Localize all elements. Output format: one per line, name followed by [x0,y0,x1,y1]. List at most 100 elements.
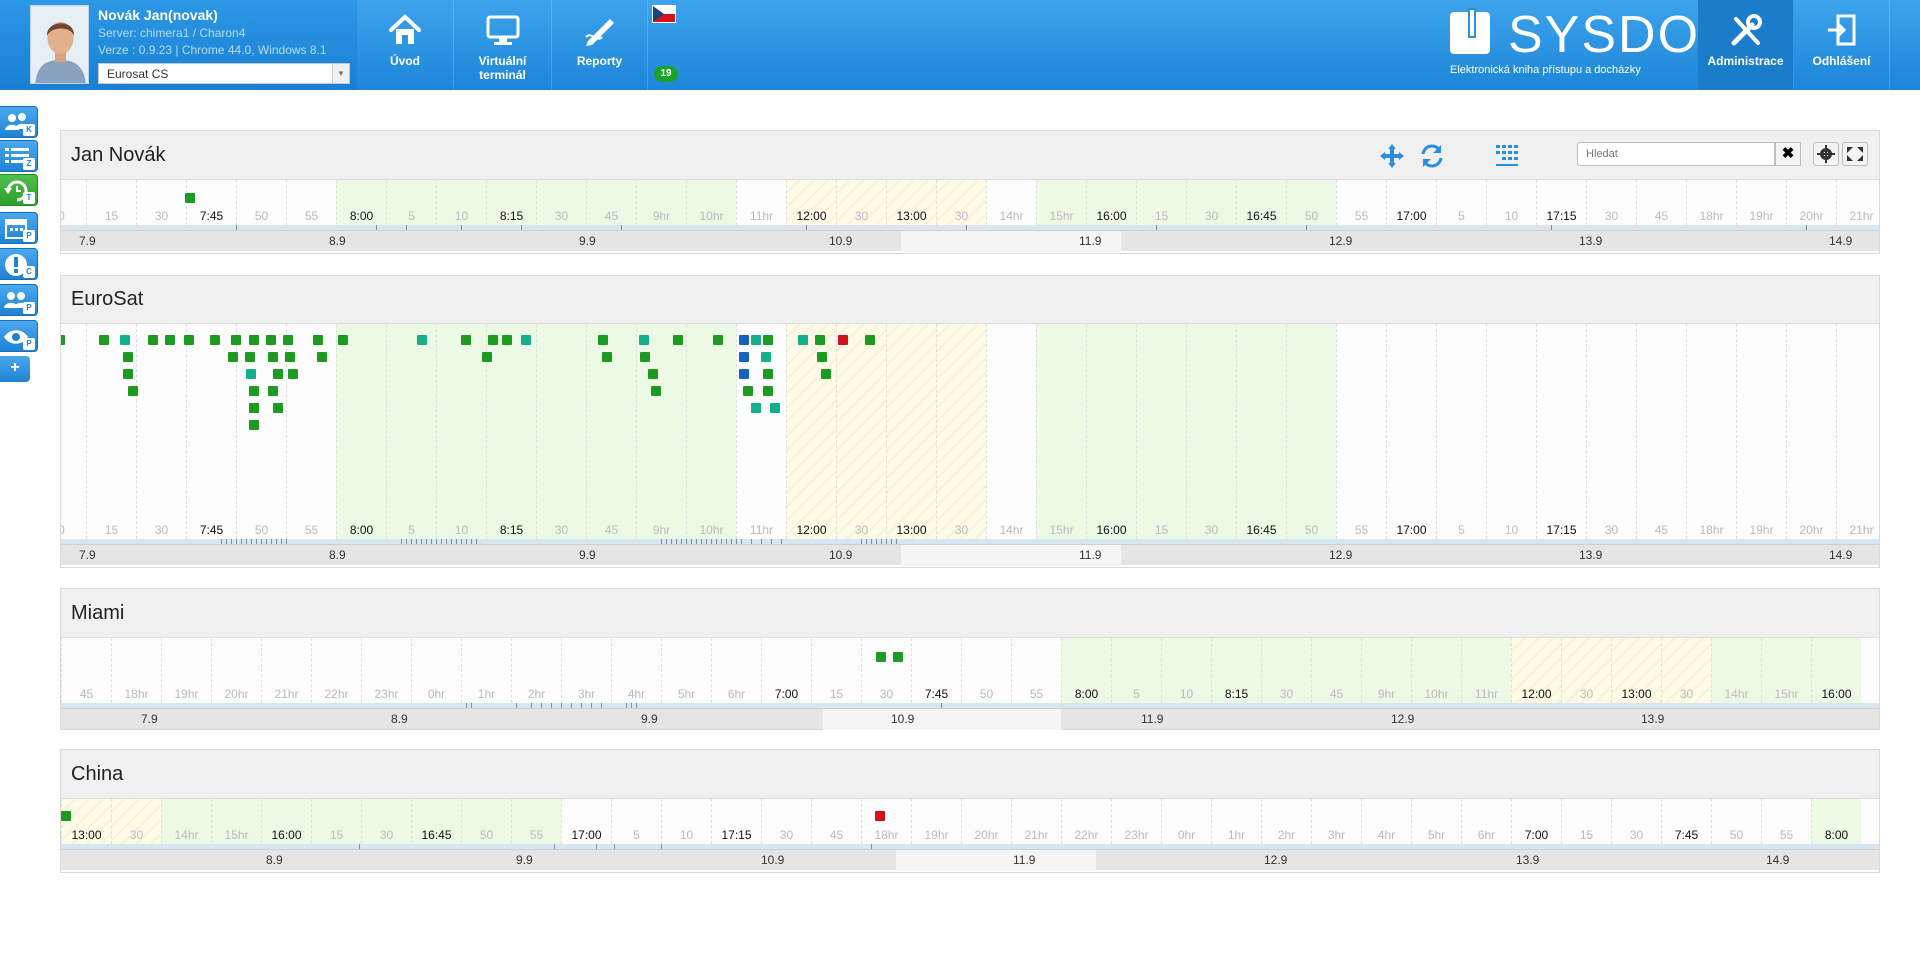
event-marker[interactable] [273,403,283,413]
sidebar-list-button[interactable]: Z [0,140,38,172]
event-marker[interactable] [763,335,773,345]
event-marker[interactable] [184,335,194,345]
visible-range-highlight[interactable] [823,709,1061,730]
sidebar-add-button[interactable]: + [0,356,30,382]
event-marker[interactable] [739,369,749,379]
event-marker[interactable] [99,335,109,345]
sidebar-eye-button[interactable]: P [0,320,38,352]
event-marker[interactable] [751,335,761,345]
event-marker[interactable] [245,352,255,362]
nav-uvod-button[interactable]: Úvod [357,0,454,90]
event-marker[interactable] [639,335,649,345]
event-marker[interactable] [875,811,885,821]
sidebar-refresh-clock-button[interactable]: T [0,174,38,206]
timeline-track[interactable]: 0 15 30 7:45 50 55 8:00 5 10 8:15 30 45 9hr 10hr 11hr 1… [61,180,1879,225]
move-arrows-icon[interactable] [1379,143,1405,169]
event-marker[interactable] [876,652,886,662]
event-marker[interactable] [770,403,780,413]
event-marker[interactable] [249,403,259,413]
event-marker[interactable] [148,335,158,345]
event-marker[interactable] [651,386,661,396]
search-clear-button[interactable]: ✖ [1775,142,1801,166]
event-marker[interactable] [165,335,175,345]
admin-button[interactable]: Administrace [1698,0,1794,90]
event-marker[interactable] [61,335,65,345]
event-marker[interactable] [482,352,492,362]
event-marker[interactable] [249,420,259,430]
date-axis[interactable]: 7.9 8.9 9.9 10.9 11.9 12.9 13.9 [61,708,1879,730]
event-marker[interactable] [285,352,295,362]
event-marker[interactable] [228,352,238,362]
event-marker[interactable] [461,335,471,345]
grid-expand-icon[interactable] [1494,143,1520,169]
event-marker[interactable] [266,335,276,345]
event-marker[interactable] [648,369,658,379]
event-marker[interactable] [120,335,130,345]
sidebar-group-button[interactable]: P [0,284,38,316]
event-marker[interactable] [249,386,259,396]
event-marker[interactable] [123,352,133,362]
event-marker[interactable] [273,369,283,379]
event-marker[interactable] [488,335,498,345]
nav-reports-button[interactable]: Reporty [552,0,648,90]
event-marker[interactable] [763,386,773,396]
timeline-track[interactable]: 13:00 30 14hr 15hr 16:00 15 30 16:45 50 55 17:00 5 1… [61,799,1879,844]
event-marker[interactable] [598,335,608,345]
event-marker[interactable] [743,386,753,396]
event-marker[interactable] [751,403,761,413]
event-marker[interactable] [317,352,327,362]
date-axis[interactable]: 7.9 8.9 9.9 10.9 11.9 12.9 13.9 14.9 [61,230,1879,252]
event-marker[interactable] [763,369,773,379]
date-axis[interactable]: 8.9 9.9 10.9 11.9 12.9 13.9 14.9 [61,849,1879,871]
event-marker[interactable] [521,335,531,345]
event-marker[interactable] [61,811,71,821]
event-marker[interactable] [821,369,831,379]
nav-virtual-terminal-button[interactable]: Virtuální terminál [454,0,552,90]
sidebar-people-button[interactable]: K [0,106,38,138]
company-select[interactable]: Eurosat CS ▼ [98,63,350,84]
event-marker[interactable] [893,652,903,662]
fullscreen-button[interactable] [1842,142,1868,166]
time-column: 30 [1611,799,1661,844]
event-marker[interactable] [739,335,749,345]
avatar[interactable] [30,5,89,84]
event-marker[interactable] [246,369,256,379]
event-marker[interactable] [838,335,848,345]
event-marker[interactable] [128,386,138,396]
event-marker[interactable] [288,369,298,379]
event-marker[interactable] [865,335,875,345]
event-marker[interactable] [338,335,348,345]
event-marker[interactable] [268,386,278,396]
sidebar-alert-button[interactable]: C [0,248,38,280]
event-marker[interactable] [761,352,771,362]
event-marker[interactable] [313,335,323,345]
event-marker[interactable] [268,352,278,362]
logout-button[interactable]: Odhlášení [1794,0,1890,90]
event-marker[interactable] [673,335,683,345]
event-marker[interactable] [602,352,612,362]
event-marker[interactable] [817,352,827,362]
timeline-track[interactable]: 45 18hr 19hr 20hr 21hr 22hr 23hr 0hr 1hr 2hr 3hr 4h… [61,638,1879,703]
event-marker[interactable] [815,335,825,345]
event-marker[interactable] [231,335,241,345]
visible-range-highlight[interactable] [896,850,1096,871]
czech-flag-icon[interactable] [652,5,676,23]
settings-button[interactable] [1813,142,1839,166]
event-marker[interactable] [502,335,512,345]
timeline-track[interactable]: 0 15 30 7:45 50 55 8:00 5 10 8:15 30 45 9hr 10hr 11hr 1… [61,324,1879,539]
refresh-icon[interactable] [1419,143,1445,169]
search-input[interactable] [1577,142,1775,166]
event-marker[interactable] [249,335,259,345]
sidebar-calendar-button[interactable]: P [0,212,38,244]
event-marker[interactable] [185,193,195,203]
event-marker[interactable] [640,352,650,362]
notification-badge[interactable]: 19 [654,66,678,82]
event-marker[interactable] [283,335,293,345]
event-marker[interactable] [417,335,427,345]
event-marker[interactable] [713,335,723,345]
event-marker[interactable] [798,335,808,345]
date-axis[interactable]: 7.9 8.9 9.9 10.9 11.9 12.9 13.9 14.9 [61,544,1879,566]
event-marker[interactable] [210,335,220,345]
event-marker[interactable] [739,352,749,362]
event-marker[interactable] [123,369,133,379]
